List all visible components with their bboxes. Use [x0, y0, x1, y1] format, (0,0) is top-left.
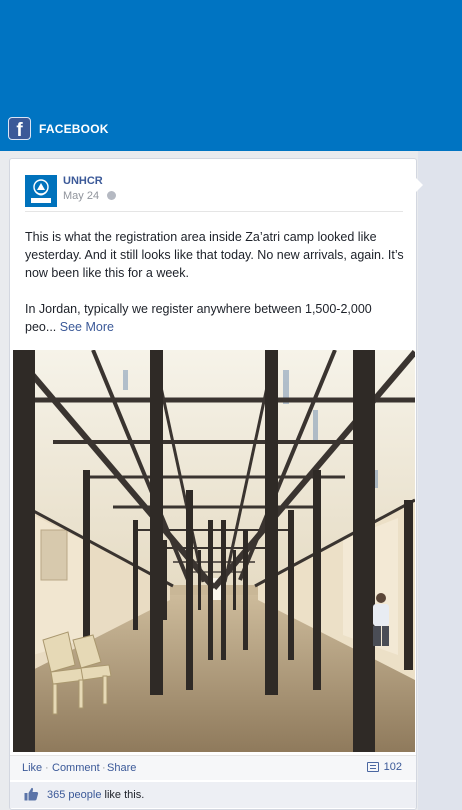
registration-hall-photo	[13, 350, 415, 752]
comment-count[interactable]: 102	[366, 761, 402, 773]
card-pointer	[416, 178, 423, 192]
action-separator: ·	[102, 762, 106, 774]
likes-summary: 365 people like this.	[10, 781, 416, 808]
post-card: UNHCR May 24 This is what the registrati…	[9, 158, 417, 810]
brand-label[interactable]: FACEBOOK	[39, 122, 109, 136]
facebook-logo-icon[interactable]: f	[8, 117, 31, 141]
like-button[interactable]: Like	[22, 762, 42, 774]
action-separator: ·	[45, 762, 49, 774]
facebook-brand[interactable]: f FACEBOOK	[8, 117, 109, 141]
likes-suffix: like this.	[101, 789, 145, 801]
post-timestamp[interactable]: May 24	[63, 190, 99, 202]
right-sidebar-background	[418, 151, 462, 810]
post-text: This is what the registration area insid…	[25, 228, 405, 336]
comment-icon	[366, 762, 379, 772]
likes-text: 365 people like this.	[47, 789, 144, 801]
see-more-link[interactable]: See More	[60, 320, 114, 334]
share-button[interactable]: Share	[107, 762, 136, 774]
post-paragraph: This is what the registration area insid…	[25, 230, 404, 280]
comment-button[interactable]: Comment	[52, 762, 100, 774]
unhcr-logo-icon	[25, 175, 57, 207]
page-avatar[interactable]	[25, 175, 57, 207]
comment-count-value: 102	[383, 761, 402, 773]
likers-link[interactable]: 365 people	[47, 789, 101, 801]
thumbs-up-icon	[24, 787, 39, 801]
page-header: f FACEBOOK	[0, 0, 462, 151]
globe-icon	[107, 191, 116, 200]
page-name-link[interactable]: UNHCR	[63, 175, 103, 187]
post-photo[interactable]	[13, 350, 415, 752]
post-paragraph-truncated: In Jordan, typically we register anywher…	[25, 302, 372, 334]
post-actions-bar: Like · Comment · Share 102	[10, 755, 416, 780]
header-divider	[25, 211, 403, 212]
